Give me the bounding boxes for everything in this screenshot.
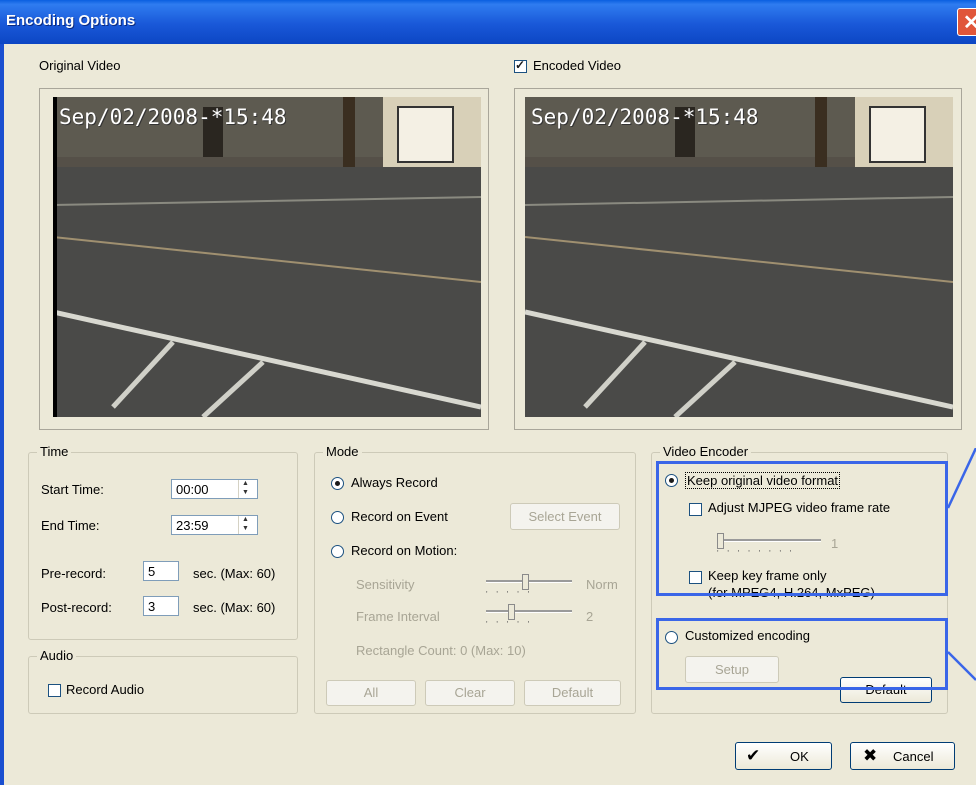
highlight-customized <box>656 618 948 690</box>
cancel-button[interactable]: ✖ Cancel <box>850 742 955 770</box>
rectangle-count-value: Rectangle Count: 0 <box>356 643 468 658</box>
record-audio-label: Record Audio <box>66 682 145 697</box>
original-video-timestamp: Sep/02/2008-*15:48 <box>59 105 287 129</box>
sensitivity-label: Sensitivity <box>356 577 415 592</box>
record-on-motion-label: Record on Motion: <box>351 543 458 558</box>
post-record-value: 3 <box>148 599 156 614</box>
frame-interval-slider-thumb[interactable] <box>508 604 515 620</box>
frame-interval-label: Frame Interval <box>356 609 440 624</box>
window-border <box>0 44 4 785</box>
spin-down-icon[interactable]: ▼ <box>242 525 249 532</box>
sensitivity-slider-thumb[interactable] <box>522 574 529 590</box>
rectangle-count-label: Rectangle Count: 0 (Max: 10) <box>356 643 526 658</box>
encoding-options-dialog: Encoding Options ✕ Original Video Encode… <box>0 0 976 785</box>
record-on-event-label: Record on Event <box>351 509 448 524</box>
encoded-video-frame: Sep/02/2008-*15:48 <box>514 88 962 430</box>
sensitivity-slider[interactable]: ' ' ' ' ' <box>486 574 572 599</box>
mode-group-legend: Mode <box>323 444 362 459</box>
cancel-icon: ✖ <box>863 746 878 765</box>
rectangle-count-max: (Max: 10) <box>470 643 526 658</box>
record-on-motion-radio[interactable] <box>331 545 344 558</box>
record-audio-checkbox[interactable] <box>48 684 61 697</box>
end-time-spinner[interactable]: ▲ ▼ <box>238 516 255 534</box>
always-record-radio[interactable] <box>331 477 344 490</box>
close-button[interactable]: ✕ <box>957 8 976 36</box>
original-video-label: Original Video <box>39 58 121 73</box>
encoded-video-checkbox[interactable] <box>514 58 527 73</box>
default-mode-button[interactable]: Default <box>524 680 621 706</box>
start-time-label: Start Time: <box>41 482 104 497</box>
highlight-keep-original <box>656 461 948 596</box>
all-button[interactable]: All <box>326 680 416 706</box>
sensitivity-value: Norm <box>586 577 618 592</box>
video-encoder-legend: Video Encoder <box>660 444 752 459</box>
frame-interval-value: 2 <box>586 609 594 624</box>
ok-label: OK <box>790 749 809 764</box>
select-event-button[interactable]: Select Event <box>510 503 620 530</box>
spin-up-icon[interactable]: ▲ <box>242 516 249 523</box>
pre-record-label: Pre-record: <box>41 566 107 581</box>
spin-up-icon[interactable]: ▲ <box>242 480 249 487</box>
encoded-video-preview: Sep/02/2008-*15:48 <box>525 97 953 417</box>
title-bar[interactable]: Encoding Options ✕ <box>0 0 976 44</box>
callout-lines <box>946 448 976 681</box>
close-icon: ✕ <box>963 12 976 34</box>
post-record-label: Post-record: <box>41 600 112 615</box>
time-group-legend: Time <box>37 444 72 459</box>
pre-record-field[interactable]: 5 <box>143 561 179 581</box>
record-on-event-radio[interactable] <box>331 511 344 524</box>
audio-group-legend: Audio <box>37 648 77 663</box>
original-video-preview: Sep/02/2008-*15:48 <box>53 97 481 417</box>
check-icon: ✔ <box>746 746 761 765</box>
always-record-label: Always Record <box>351 475 438 490</box>
window-title: Encoding Options <box>6 12 136 29</box>
pre-record-value: 5 <box>148 564 156 579</box>
post-record-max: sec. (Max: 60) <box>193 600 276 615</box>
spin-down-icon[interactable]: ▼ <box>242 489 249 496</box>
pre-record-max: sec. (Max: 60) <box>193 566 276 581</box>
start-time-value: 00:00 <box>176 482 209 497</box>
encoded-video-label: Encoded Video <box>533 58 621 73</box>
cancel-label: Cancel <box>893 749 934 764</box>
end-time-label: End Time: <box>41 518 100 533</box>
encoded-video-timestamp: Sep/02/2008-*15:48 <box>531 105 759 129</box>
original-video-frame: Sep/02/2008-*15:48 <box>39 88 489 430</box>
post-record-field[interactable]: 3 <box>143 596 179 616</box>
end-time-value: 23:59 <box>176 518 209 533</box>
clear-button[interactable]: Clear <box>425 680 515 706</box>
ok-button[interactable]: ✔ OK <box>735 742 832 770</box>
frame-interval-slider[interactable]: ' ' ' ' ' <box>486 604 572 629</box>
start-time-spinner[interactable]: ▲ ▼ <box>238 480 255 498</box>
